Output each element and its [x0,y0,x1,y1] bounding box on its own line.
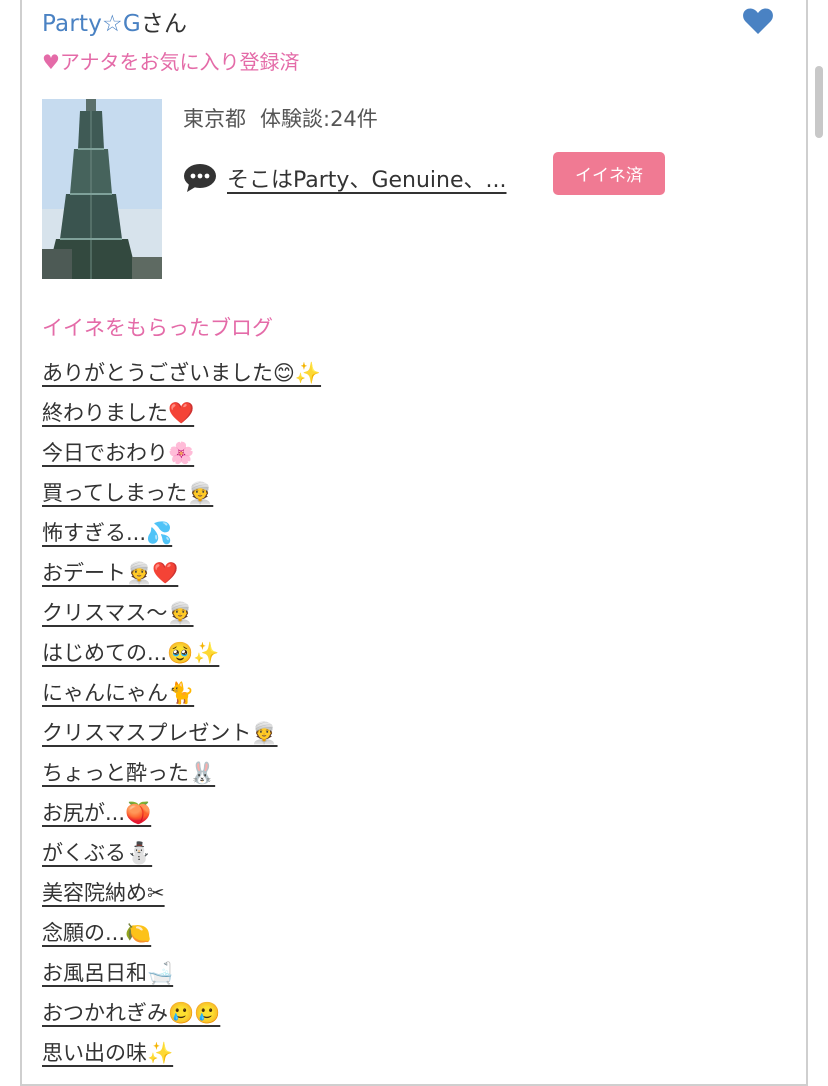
list-item: お風呂日和🛁 [42,952,321,992]
list-item: 美容院納め✂ [42,872,321,912]
profile-location: 東京都 [183,107,246,131]
list-item: 買ってしまった👳 [42,472,321,512]
blog-link[interactable]: ありがとうございました😊✨ [42,357,321,387]
list-item: クリスマス〜👳 [42,592,321,632]
list-item: ありがとうございました😊✨ [42,352,321,392]
list-item: お尻が...🍑 [42,792,321,832]
blog-link[interactable]: おつかれぎみ🥲🥲 [42,997,220,1027]
blog-link[interactable]: お風呂日和🛁 [42,957,173,987]
heart-icon[interactable] [742,6,774,36]
profile-experience-count: 体験談:24件 [260,107,378,131]
blog-link[interactable]: 怖すぎる...💦 [42,517,172,547]
list-item: クリスマスプレゼント👳 [42,712,321,752]
list-item: はじめての...🥹✨ [42,632,321,672]
blog-link[interactable]: にゃんにゃん🐈 [42,677,194,707]
like-button[interactable]: イイネ済 [553,152,665,195]
blog-link[interactable]: ちょっと酔った🐰 [42,757,215,787]
favorite-status: ♥アナタをお気に入り登録済 [42,50,300,74]
profile-name-suffix: さん [140,11,188,37]
list-item: 思い出の味✨ [42,1032,321,1072]
blog-link[interactable]: おデート👳❤️ [42,557,178,587]
list-item: がくぶる⛄ [42,832,321,872]
blog-link[interactable]: はじめての...🥹✨ [42,637,219,667]
tower-photo [42,99,162,279]
list-item: おデート👳❤️ [42,552,321,592]
list-item: 今日でおわり🌸 [42,432,321,472]
list-item: 怖すぎる...💦 [42,512,321,552]
avatar[interactable] [42,99,162,279]
liked-blogs-list: ありがとうございました😊✨ 終わりました❤️ 今日でおわり🌸 買ってしまった👳 … [42,352,321,1072]
blog-link[interactable]: 美容院納め✂ [42,877,165,907]
blog-link[interactable]: 思い出の味✨ [42,1037,173,1067]
blog-link[interactable]: 念願の...🍋 [42,917,151,947]
list-item: にゃんにゃん🐈 [42,672,321,712]
list-item: ちょっと酔った🐰 [42,752,321,792]
speech-bubble-icon [184,164,216,192]
scrollbar[interactable] [815,66,823,138]
profile-meta: 東京都 体験談:24件 [183,103,378,133]
profile-name-row: Party☆Gさん [42,4,187,38]
blog-link[interactable]: クリスマス〜👳 [42,597,194,627]
profile-name-link[interactable]: Party☆G [42,11,141,37]
list-item: 念願の...🍋 [42,912,321,952]
comment-row: そこはParty、Genuine、... [183,162,507,194]
blog-link[interactable]: 終わりました❤️ [42,397,194,427]
blog-link[interactable]: がくぶる⛄ [42,837,152,867]
blog-link[interactable]: クリスマスプレゼント👳 [42,717,278,747]
liked-blogs-heading: イイネをもらったブログ [42,316,273,340]
blog-link[interactable]: 買ってしまった👳 [42,477,213,507]
blog-link[interactable]: 今日でおわり🌸 [42,437,194,467]
list-item: 終わりました❤️ [42,392,321,432]
profile-comment-link[interactable]: そこはParty、Genuine、... [227,162,507,194]
list-item: おつかれぎみ🥲🥲 [42,992,321,1032]
blog-link[interactable]: お尻が...🍑 [42,797,151,827]
